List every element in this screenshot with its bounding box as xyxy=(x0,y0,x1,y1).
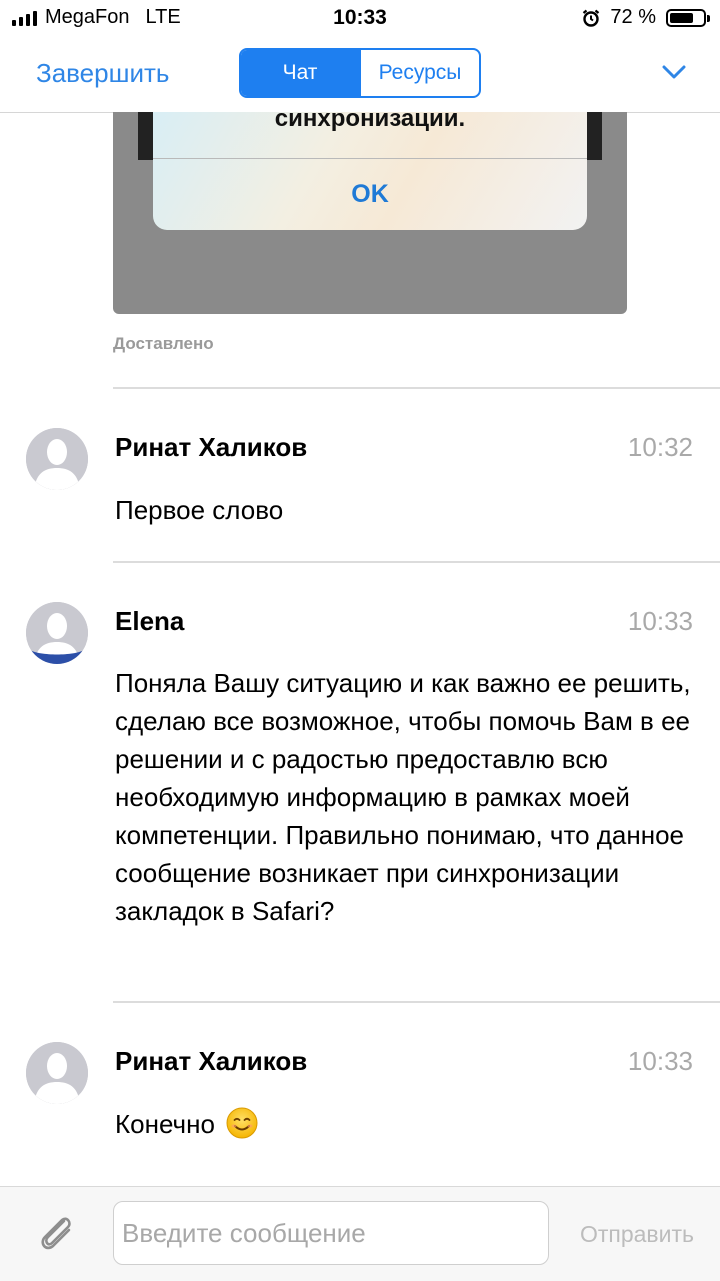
screenshot-alert: синхронизации. OK xyxy=(153,112,587,230)
tab-resources[interactable]: Ресурсы xyxy=(359,50,479,96)
paperclip-icon[interactable] xyxy=(34,1209,80,1255)
message-author: Elena xyxy=(115,606,185,636)
message-input[interactable] xyxy=(120,1202,544,1264)
message-author: Ринат Халиков xyxy=(115,1046,308,1076)
attached-screenshot[interactable]: синхронизации. OK xyxy=(113,112,627,314)
status-right: 72 % xyxy=(582,6,710,29)
alert-text: синхронизации. xyxy=(274,112,466,132)
avatar xyxy=(26,602,88,664)
segmented-control: Чат Ресурсы xyxy=(239,48,481,98)
battery-percent: 72 % xyxy=(610,6,656,28)
status-bar: MegaFon LTE 10:33 72 % xyxy=(0,0,720,38)
message-text: Конечно xyxy=(115,1109,215,1139)
message-body: Конечно xyxy=(115,1105,695,1143)
chevron-down-icon[interactable] xyxy=(662,64,686,80)
delivery-status: Доставлено xyxy=(113,334,214,353)
chat-message: Ринат Халиков 10:32 Первое слово xyxy=(0,388,720,562)
user-silhouette-icon xyxy=(26,1042,88,1104)
smiling-face-icon xyxy=(226,1107,258,1139)
battery-icon xyxy=(666,8,710,27)
message-time: 10:33 xyxy=(627,606,693,636)
message-author: Ринат Халиков xyxy=(115,432,308,462)
alert-ok-label: OK xyxy=(351,180,389,208)
user-silhouette-icon xyxy=(26,428,88,490)
user-silhouette-icon xyxy=(26,602,88,664)
message-time: 10:33 xyxy=(627,1046,693,1076)
alert-divider xyxy=(153,158,587,159)
message-input-box xyxy=(113,1201,549,1265)
message-text: Поняла Вашу ситуацию и как важно ее реши… xyxy=(115,668,691,926)
finish-button[interactable]: Завершить xyxy=(36,58,169,89)
avatar xyxy=(26,1042,88,1104)
tab-chat[interactable]: Чат xyxy=(241,50,359,96)
chat-message: Ринат Халиков 10:33 Конечно xyxy=(0,1002,720,1182)
composer-bar: Отправить xyxy=(0,1186,720,1281)
message-time: 10:32 xyxy=(627,432,693,462)
send-button[interactable]: Отправить xyxy=(580,1221,694,1248)
alarm-icon xyxy=(583,9,600,27)
avatar xyxy=(26,428,88,490)
chat-message: Elena 10:33 Поняла Вашу ситуацию и как в… xyxy=(0,562,720,1002)
message-text: Первое слово xyxy=(115,495,284,525)
nav-bar: Завершить Чат Ресурсы xyxy=(0,38,720,113)
